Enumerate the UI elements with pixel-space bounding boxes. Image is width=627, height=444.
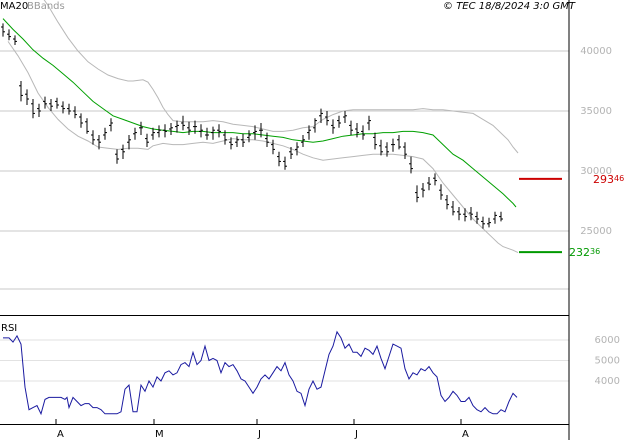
price-bar — [217, 124, 221, 138]
price-bar — [355, 123, 359, 138]
price-bar — [115, 149, 119, 164]
price-bar — [133, 127, 137, 140]
price-bar — [211, 126, 215, 140]
support-label-decimals: 36 — [590, 247, 600, 256]
bb-lower-line — [7, 41, 519, 254]
price-bar — [313, 118, 317, 133]
price-bar — [145, 133, 149, 147]
price-bar — [445, 195, 449, 210]
price-bar — [397, 135, 401, 150]
price-bar — [247, 130, 251, 143]
price-bar — [283, 156, 287, 170]
rsi-tick-label: 4000 — [595, 376, 620, 387]
price-bar — [361, 125, 365, 140]
price-bar — [373, 132, 377, 150]
price-bar — [235, 136, 239, 147]
price-bar — [487, 217, 491, 228]
month-label: A — [462, 429, 469, 440]
price-bar — [31, 99, 35, 119]
rsi-path — [3, 330, 518, 416]
price-bar — [25, 89, 29, 105]
price-bar — [349, 120, 353, 135]
ma20-line — [2, 18, 517, 208]
price-bar — [19, 81, 23, 102]
price-bar — [499, 211, 503, 222]
price-bar — [391, 138, 395, 152]
stock-chart: 293 46 232 36 40000 35000 30000 25000 6000 5000 4… — [0, 0, 627, 440]
price-bar — [343, 111, 347, 123]
rsi-tick-label: 5000 — [595, 356, 620, 367]
price-bar — [157, 125, 161, 138]
price-bar — [37, 103, 41, 117]
month-label: J — [257, 429, 261, 440]
price-bar — [379, 139, 383, 156]
price-bar — [433, 173, 437, 186]
copyright-text: © TEC 18/8/2024 3:0 GMT — [443, 1, 576, 12]
price-bar — [91, 130, 95, 145]
price-bar — [271, 139, 275, 155]
price-bar — [295, 142, 299, 156]
price-bar — [109, 118, 113, 132]
price-bar — [103, 127, 107, 140]
price-bar — [337, 115, 341, 128]
price-bar — [205, 127, 209, 140]
price-tick-label: 40000 — [580, 46, 612, 57]
price-bar — [1, 23, 5, 37]
price-tick-label: 35000 — [580, 106, 612, 117]
month-label: A — [57, 429, 64, 440]
month-label: J — [354, 429, 358, 440]
price-bar — [181, 115, 185, 131]
price-bar — [61, 101, 65, 114]
support-resistance-levels: 293 46232 36 — [519, 173, 624, 259]
price-bar — [85, 118, 89, 134]
month-label: M — [155, 429, 164, 440]
price-bar — [439, 184, 443, 200]
price-bar — [367, 115, 371, 131]
price-bar — [79, 113, 83, 128]
price-bar — [427, 177, 431, 191]
price-bar — [169, 123, 173, 135]
price-bar — [199, 124, 203, 138]
support-label: 232 — [569, 246, 590, 259]
price-bar — [43, 96, 47, 109]
rsi-line — [3, 330, 518, 416]
resistance-label-decimals: 46 — [614, 174, 624, 183]
price-bar — [55, 97, 59, 109]
price-bar — [331, 119, 335, 134]
price-tick-label: 25000 — [580, 226, 612, 237]
price-bar — [493, 211, 497, 224]
chart-canvas: 293 46232 36 40000350003000025000600050004… — [0, 0, 624, 440]
price-bar — [127, 135, 131, 150]
bollinger-bands — [7, 0, 519, 254]
price-bar — [241, 133, 245, 147]
price-bar — [187, 121, 191, 135]
price-bar — [265, 132, 269, 147]
legend-ma20: MA20 — [0, 1, 28, 12]
price-bar — [451, 201, 455, 216]
price-bar — [67, 103, 71, 115]
price-bar — [7, 29, 11, 41]
price-bar — [139, 121, 143, 135]
price-bar — [73, 106, 77, 119]
price-tick-label: 30000 — [580, 166, 612, 177]
price-bar — [403, 142, 407, 159]
price-bar — [421, 183, 425, 198]
price-bar — [277, 151, 281, 167]
price-bar — [13, 35, 17, 45]
price-bar — [415, 185, 419, 203]
grid-lines — [0, 50, 569, 382]
ma20-path — [2, 18, 517, 208]
rsi-label: RSI — [1, 323, 17, 334]
panel-frame — [0, 0, 570, 440]
legend-bbands: BBands — [27, 1, 65, 12]
price-bar — [463, 208, 467, 222]
price-bar — [457, 207, 461, 221]
rsi-tick-label: 6000 — [595, 335, 620, 346]
price-bar — [121, 144, 125, 159]
price-bar — [175, 120, 179, 133]
